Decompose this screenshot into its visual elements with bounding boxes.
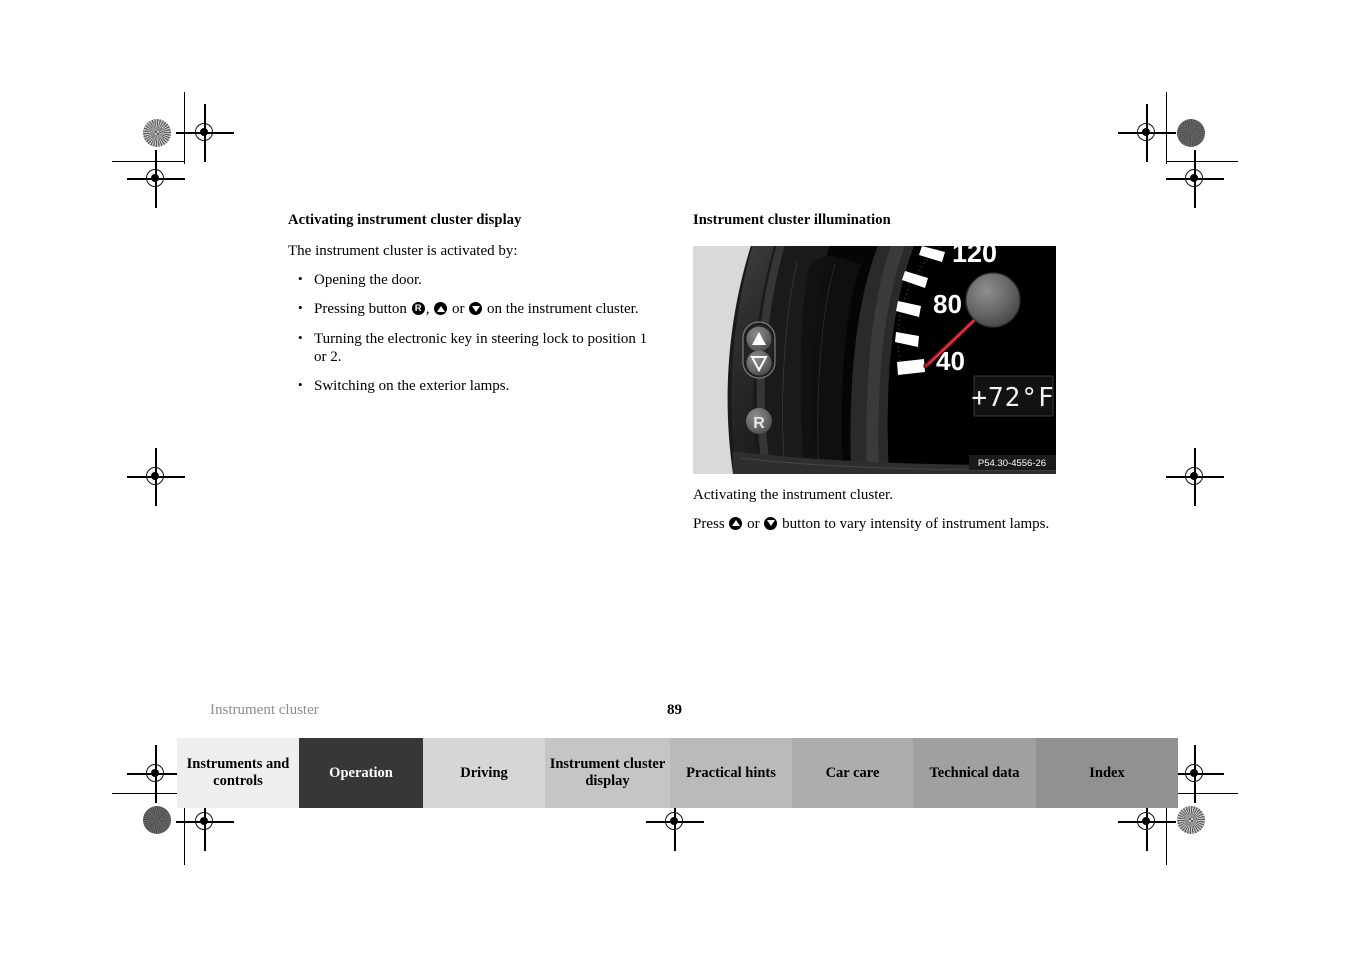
left-section-heading: Activating instrument cluster display — [288, 212, 522, 228]
page-content: Activating instrument cluster display Th… — [0, 0, 1351, 954]
instruction-or: or — [747, 515, 760, 532]
reset-button-label: R — [753, 415, 765, 432]
tab-driving[interactable]: Driving — [423, 738, 545, 808]
up-button-icon — [729, 516, 743, 530]
right-column: Instrument cluster illumination — [693, 212, 1058, 243]
right-section-heading: Instrument cluster illumination — [693, 212, 891, 228]
down-button-icon — [764, 516, 778, 530]
list-item-or-1: or — [451, 301, 465, 318]
left-intro-text: The instrument cluster is activated by: — [288, 243, 518, 259]
tab-label: Driving — [460, 764, 508, 781]
list-item-turn-key: Turning the electronic key in steering l… — [288, 330, 653, 366]
instruction-lead: Press — [693, 515, 725, 532]
activation-methods-list: Opening the door. Pressing button R, or … — [288, 271, 653, 396]
tab-label: Technical data — [929, 764, 1020, 781]
left-column: Activating instrument cluster display Th… — [288, 212, 653, 408]
list-item-label: Switching on the exterior lamps. — [314, 378, 510, 395]
figure-caption: Activating the instrument cluster. — [693, 487, 893, 503]
gauge-label-80: 80 — [933, 289, 962, 319]
tab-label: Instruments and controls — [186, 756, 290, 789]
list-item-open-door: Opening the door. — [288, 271, 653, 290]
tab-label: Practical hints — [686, 764, 776, 781]
tab-practical-hints[interactable]: Practical hints — [670, 738, 792, 808]
down-button-icon — [469, 302, 483, 316]
list-item-label-lead: Pressing button — [314, 301, 407, 318]
list-item-comma: , — [425, 301, 430, 318]
gauge-label-120: 120 — [952, 246, 997, 268]
illumination-instruction: Press or button to vary intensity of ins… — [693, 516, 1058, 534]
figure-image-id: P54.30-4556-26 — [978, 458, 1046, 469]
up-button-icon — [434, 302, 448, 316]
page-footer: Instrument cluster 89 — [210, 702, 1185, 724]
list-item-label-tail: on the instrument cluster. — [486, 301, 639, 318]
page-number: 89 — [667, 702, 682, 718]
lcd-temperature-value: +72°F — [971, 383, 1054, 413]
tab-label: Car care — [825, 764, 880, 781]
tab-operation[interactable]: Operation — [299, 738, 423, 808]
chapter-tab-bar: Instruments and controls Operation Driving… — [177, 738, 1182, 808]
instruction-tail: button to vary intensity of instrument l… — [782, 515, 1050, 532]
tab-label: Operation — [329, 764, 393, 781]
list-item-label: Opening the door. — [314, 271, 422, 288]
tab-instruments-and-controls[interactable]: Instruments and controls — [177, 738, 299, 808]
tab-instrument-cluster-display[interactable]: Instrument cluster display — [545, 738, 670, 808]
footer-chapter-title: Instrument cluster — [210, 702, 319, 718]
tab-label: Instrument cluster display — [549, 756, 666, 789]
tab-car-care[interactable]: Car care — [792, 738, 913, 808]
tab-index[interactable]: Index — [1036, 738, 1178, 808]
list-item-label: Turning the electronic key in steering l… — [314, 331, 648, 365]
instrument-cluster-figure: 120 80 40 +72°F R P54.30-4556-26 — [693, 246, 1056, 474]
instrument-cluster-illustration: 120 80 40 +72°F R P54.30-4556-26 — [693, 246, 1056, 474]
tab-label: Index — [1089, 764, 1125, 781]
figure-caption-block: Activating the instrument cluster. Press… — [693, 487, 1058, 544]
list-item-exterior-lamps: Switching on the exterior lamps. — [288, 377, 653, 396]
tab-technical-data[interactable]: Technical data — [913, 738, 1036, 808]
reset-button-icon: R — [411, 302, 425, 316]
list-item-press-button: Pressing button R, or on the instrument … — [288, 300, 653, 319]
